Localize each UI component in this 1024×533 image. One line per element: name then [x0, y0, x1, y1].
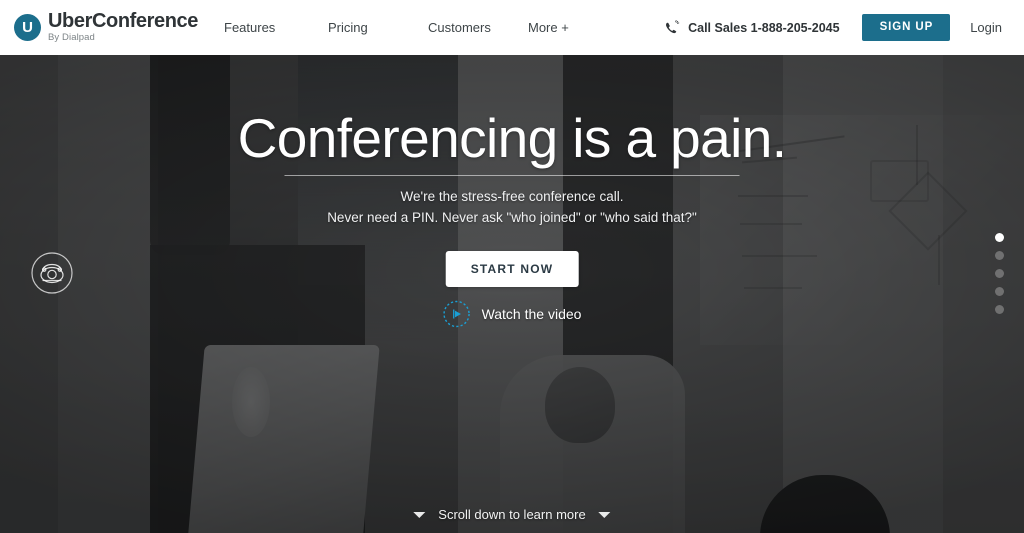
watch-video-label: Watch the video	[481, 306, 582, 322]
hero-headline: Conferencing is a pain.	[237, 107, 787, 169]
hero-subheadline-line-1: We're the stress-free conference call.	[400, 189, 624, 204]
slider-dot-1[interactable]	[995, 233, 1004, 242]
slider-dot-2[interactable]	[995, 251, 1004, 260]
scroll-down-label: Scroll down to learn more	[438, 507, 586, 522]
hero-section: Conferencing is a pain. We're the stress…	[0, 55, 1024, 533]
rotary-phone-icon[interactable]	[30, 251, 74, 295]
nav-item-features[interactable]: Features	[224, 20, 328, 35]
headline-divider	[284, 175, 740, 176]
header-actions: Call Sales 1-888-205-2045 SIGN UP Login	[663, 13, 1002, 42]
hero-subheadline-line-2: Never need a PIN. Never ask "who joined"…	[327, 210, 697, 225]
start-now-button[interactable]: START NOW	[445, 251, 579, 287]
brand-name: UberConference	[48, 10, 198, 32]
slider-pagination	[995, 233, 1004, 314]
call-sales-link[interactable]: Call Sales 1-888-205-2045	[663, 19, 840, 37]
uberconference-logo-mark: U	[14, 14, 41, 41]
caret-down-icon-right	[598, 511, 611, 518]
sign-up-button[interactable]: SIGN UP	[861, 13, 951, 42]
play-circle-icon	[443, 300, 470, 328]
watch-video-link[interactable]: Watch the video	[443, 300, 582, 328]
phone-ringing-icon	[666, 19, 680, 33]
nav-item-pricing[interactable]: Pricing	[328, 20, 428, 35]
site-header: U UberConference By Dialpad Features Pri…	[0, 0, 1024, 55]
hero-subheadline: We're the stress-free conference call. N…	[0, 186, 1024, 228]
slider-dot-4[interactable]	[995, 287, 1004, 296]
slider-dot-5[interactable]	[995, 305, 1004, 314]
caret-down-icon-left	[413, 511, 426, 518]
brand-text-block: UberConference By Dialpad	[48, 11, 198, 44]
slider-dot-3[interactable]	[995, 269, 1004, 278]
main-navigation: Features Pricing Customers More +	[224, 20, 628, 35]
brand-tagline: By Dialpad	[48, 32, 95, 43]
login-link[interactable]: Login	[970, 20, 1002, 35]
scroll-down-hint[interactable]: Scroll down to learn more	[413, 507, 611, 522]
brand-logo-link[interactable]: U UberConference By Dialpad	[14, 11, 198, 44]
nav-item-customers[interactable]: Customers	[428, 20, 528, 35]
hero-content: Conferencing is a pain. We're the stress…	[0, 55, 1024, 533]
call-sales-label: Call Sales 1-888-205-2045	[688, 20, 840, 35]
nav-item-more[interactable]: More +	[528, 20, 628, 35]
